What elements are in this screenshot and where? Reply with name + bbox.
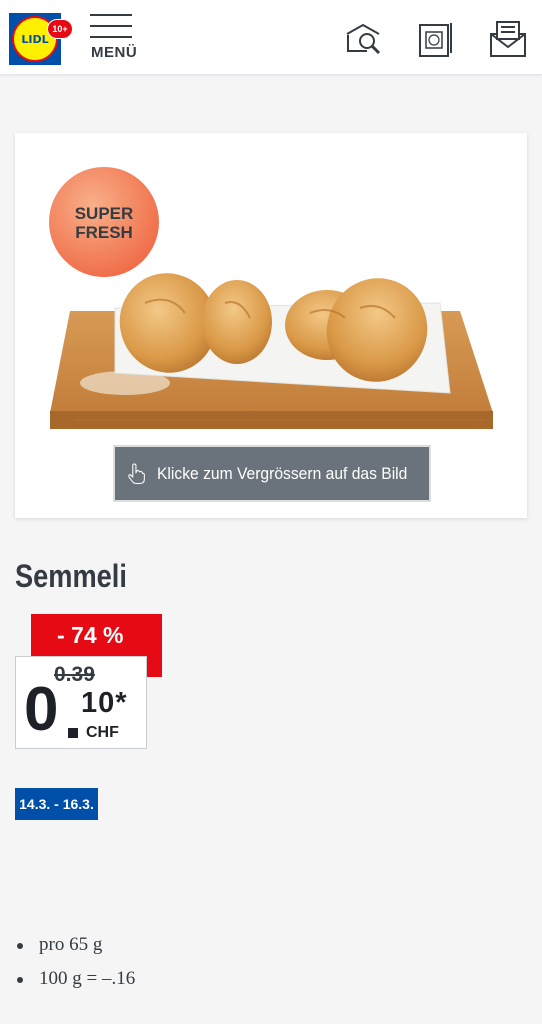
product-image[interactable]: SUPER FRESH	[15, 133, 527, 443]
hamburger-line-icon	[90, 25, 132, 27]
discount-text: - 74 %	[57, 622, 124, 648]
newsletter-icon[interactable]	[489, 20, 529, 60]
zoom-button-label: Klicke zum Vergrössern auf das Bild	[156, 463, 408, 483]
menu-label: MENÜ	[91, 44, 138, 61]
price-box: 0.39 0 10* CHF	[15, 656, 147, 749]
lidl-logo[interactable]: LIDL 10+	[9, 13, 73, 65]
price-currency: CHF	[86, 724, 119, 741]
logo-text: LIDL	[21, 32, 49, 46]
anniversary-badge: 10+	[47, 19, 73, 39]
leaflet-icon[interactable]	[417, 20, 457, 60]
old-price: 0.39	[54, 663, 95, 686]
zoom-image-button[interactable]: Klicke zum Vergrössern auf das Bild	[113, 445, 431, 502]
product-search-icon[interactable]	[345, 20, 385, 60]
price-decimals: 10*	[81, 687, 128, 719]
price-decimal-dot	[68, 728, 78, 738]
list-item: pro 65 g	[15, 934, 135, 968]
hamburger-line-icon	[90, 14, 132, 16]
product-title: Semmeli	[15, 558, 127, 594]
badge-text-line1: SUPER	[75, 204, 134, 223]
badge-text-line2: FRESH	[75, 223, 133, 242]
hand-pointer-icon	[128, 462, 145, 484]
menu-button[interactable]: MENÜ	[88, 14, 138, 64]
product-details-list: pro 65 g 100 g = –.16	[15, 934, 135, 1002]
product-image-card[interactable]: SUPER FRESH Klicke zum Vergrössern auf d…	[15, 133, 527, 518]
list-item: 100 g = –.16	[15, 968, 135, 1002]
top-header: LIDL 10+ MENÜ	[0, 0, 542, 75]
hamburger-line-icon	[90, 36, 132, 38]
price-integer: 0	[24, 675, 59, 744]
offer-date-badge: 14.3. - 16.3.	[15, 788, 98, 820]
